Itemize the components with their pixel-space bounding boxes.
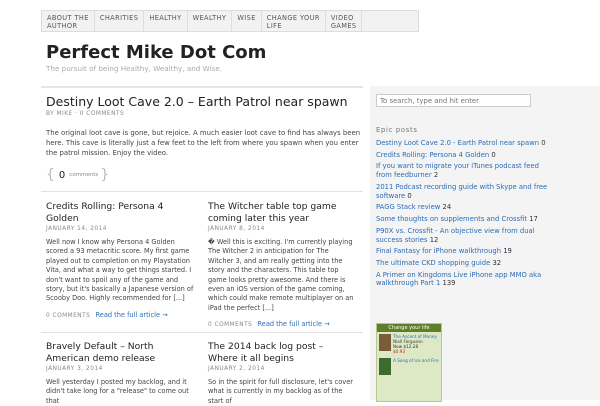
epic-post-link[interactable]: A Primer on Kingdoms Live iPhone app MMO… <box>376 271 541 288</box>
nav-item-about[interactable]: ABOUT THE AUTHOR <box>42 11 95 31</box>
list-item: Final Fantasy for iPhone walkthrough 19 <box>376 247 554 256</box>
epic-post-link[interactable]: Some thoughts on supplements and Crossfi… <box>376 215 527 223</box>
epic-post-count: 32 <box>492 258 502 267</box>
book-ad-widget[interactable]: Change your life The Ascent of Money Nia… <box>376 323 442 402</box>
epic-post-link[interactable]: Final Fantasy for iPhone walkthrough <box>376 247 501 255</box>
nav-item-charities[interactable]: CHARITIES <box>95 11 145 31</box>
epic-post-count: 0 <box>491 150 496 159</box>
nav-item-healthy[interactable]: HEALTHY <box>144 11 188 31</box>
nav-item-wise[interactable]: WISE <box>232 11 262 31</box>
epic-posts-list: Destiny Loot Cave 2.0 - Earth Patrol nea… <box>376 139 554 291</box>
list-item: A Primer on Kingdoms Live iPhone app MMO… <box>376 271 554 289</box>
post-footer: 0 COMMENTS Read the full article → <box>46 311 194 319</box>
featured-post-author-prefix: BY <box>46 111 55 117</box>
site-title[interactable]: Perfect Mike Dot Com <box>46 42 266 63</box>
featured-post-comments-meta[interactable]: 0 COMMENTS <box>80 111 124 117</box>
post-card: The 2014 back log post – Where it all be… <box>208 341 356 406</box>
post-title[interactable]: The Witcher table top game coming later … <box>208 201 356 225</box>
ad-header: Change your life <box>377 324 441 332</box>
top-nav: ABOUT THE AUTHOR CHARITIES HEALTHY WEALT… <box>41 10 419 32</box>
featured-post-title-link[interactable]: Destiny Loot Cave 2.0 – Earth Patrol nea… <box>46 94 348 109</box>
post-card: Bravely Default – North American demo re… <box>46 341 194 406</box>
post-card: Credits Rolling: Persona 4 Golden JANUAR… <box>46 201 194 319</box>
nav-item-video-games[interactable]: VIDEO GAMES <box>326 11 363 31</box>
featured-post-comment-label: comments <box>69 172 99 178</box>
list-item: 2011 Podcast recording guide with Skype … <box>376 183 554 201</box>
post-excerpt: � Well this is exciting. I'm currently p… <box>208 238 354 312</box>
epic-post-count: 0 <box>541 139 546 147</box>
featured-post-author-link[interactable]: MIKE <box>57 111 73 117</box>
epic-post-link[interactable]: 2011 Podcast recording guide with Skype … <box>376 183 547 200</box>
epic-post-count: 12 <box>429 235 439 244</box>
post-card: The Witcher table top game coming later … <box>208 201 356 328</box>
list-item: If you want to migrate your iTunes podca… <box>376 162 554 180</box>
post-divider <box>41 332 363 333</box>
epic-post-link[interactable]: The ultimate CKD shopping guide <box>376 259 490 267</box>
epic-post-count: 0 <box>407 191 412 200</box>
post-comments-link[interactable]: 0 COMMENTS <box>46 313 90 319</box>
post-date: JANUARY 3, 2014 <box>46 366 103 372</box>
epic-post-link[interactable]: PAGG Stack review <box>376 203 440 211</box>
epic-post-count: 19 <box>503 247 512 256</box>
book-cover-image[interactable] <box>379 334 391 351</box>
post-date: JANUARY 14, 2014 <box>46 226 107 232</box>
epic-post-count: 24 <box>442 203 452 212</box>
epic-post-link[interactable]: If you want to migrate your iTunes podca… <box>376 162 539 179</box>
list-item: P90X vs. Crossfit - An objective view fr… <box>376 227 554 245</box>
brace-right-icon: } <box>100 167 110 183</box>
post-title-link[interactable]: The Witcher table top game coming later … <box>208 201 337 224</box>
list-item: The ultimate CKD shopping guide 32 <box>376 259 554 268</box>
book-cover-image[interactable] <box>379 358 391 375</box>
ad-book-price: $0.93 <box>393 349 405 354</box>
epic-posts-heading: Epic posts <box>376 126 418 134</box>
post-divider <box>41 191 363 192</box>
ad-book-info: The Ascent of Money Niall Ferguson New $… <box>393 334 437 354</box>
post-excerpt: Well now I know why Persona 4 Golden sco… <box>46 238 194 303</box>
post-excerpt: So in the spirit for full disclosure, le… <box>208 378 353 405</box>
search-input[interactable] <box>376 94 531 107</box>
ad-book-row[interactable]: The Ascent of Money Niall Ferguson New $… <box>377 332 441 356</box>
epic-post-link[interactable]: Destiny Loot Cave 2.0 - Earth Patrol nea… <box>376 139 539 147</box>
meta-separator: · <box>75 111 78 117</box>
featured-post-comment-counter[interactable]: { 0 comments } <box>46 168 109 182</box>
featured-post-meta: BY MIKE · 0 COMMENTS <box>46 111 124 117</box>
list-item: Some thoughts on supplements and Crossfi… <box>376 215 554 224</box>
epic-post-link[interactable]: Credits Rolling: Persona 4 Golden <box>376 151 489 159</box>
post-title[interactable]: Bravely Default – North American demo re… <box>46 341 194 365</box>
post-footer: 0 COMMENTS Read the full article → <box>208 320 356 328</box>
featured-post-excerpt: The original loot cave is gone, but rejo… <box>46 129 361 157</box>
featured-post-comment-count: 0 <box>58 169 66 181</box>
post-title-link[interactable]: The 2014 back log post – Where it all be… <box>208 341 323 364</box>
ad-book-info: A Song of Ice and Fire <box>393 358 439 375</box>
post-date: JANUARY 2, 2014 <box>208 366 265 372</box>
featured-post-title[interactable]: Destiny Loot Cave 2.0 – Earth Patrol nea… <box>46 94 348 109</box>
post-title-link[interactable]: Credits Rolling: Persona 4 Golden <box>46 201 164 224</box>
post-title[interactable]: The 2014 back log post – Where it all be… <box>208 341 356 365</box>
brace-left-icon: { <box>46 167 55 183</box>
nav-item-change-your-life[interactable]: CHANGE YOUR LIFE <box>262 11 326 31</box>
site-tagline: The pursuit of being Healthy, Wealthy, a… <box>46 64 223 73</box>
post-comments-link[interactable]: 0 COMMENTS <box>208 322 252 328</box>
epic-post-link[interactable]: P90X vs. Crossfit - An objective view fr… <box>376 227 535 244</box>
ad-book-row[interactable]: A Song of Ice and Fire <box>377 356 441 377</box>
list-item: PAGG Stack review 24 <box>376 203 554 212</box>
read-more-link[interactable]: Read the full article → <box>257 320 329 328</box>
epic-post-count: 17 <box>529 215 538 224</box>
list-item: Destiny Loot Cave 2.0 - Earth Patrol nea… <box>376 139 554 148</box>
post-date: JANUARY 8, 2014 <box>208 226 265 232</box>
header-divider <box>41 86 363 88</box>
nav-item-wealthy[interactable]: WEALTHY <box>188 11 233 31</box>
read-more-link[interactable]: Read the full article → <box>95 311 167 319</box>
list-item: Credits Rolling: Persona 4 Golden 0 <box>376 151 554 160</box>
epic-post-count: 139 <box>442 279 456 288</box>
post-title[interactable]: Credits Rolling: Persona 4 Golden <box>46 201 194 225</box>
post-title-link[interactable]: Bravely Default – North American demo re… <box>46 341 155 364</box>
epic-post-count: 2 <box>433 171 439 180</box>
ad-book-title[interactable]: A Song of Ice and Fire <box>393 358 439 363</box>
post-excerpt: Well yesterday I posted my backlog, and … <box>46 378 189 405</box>
